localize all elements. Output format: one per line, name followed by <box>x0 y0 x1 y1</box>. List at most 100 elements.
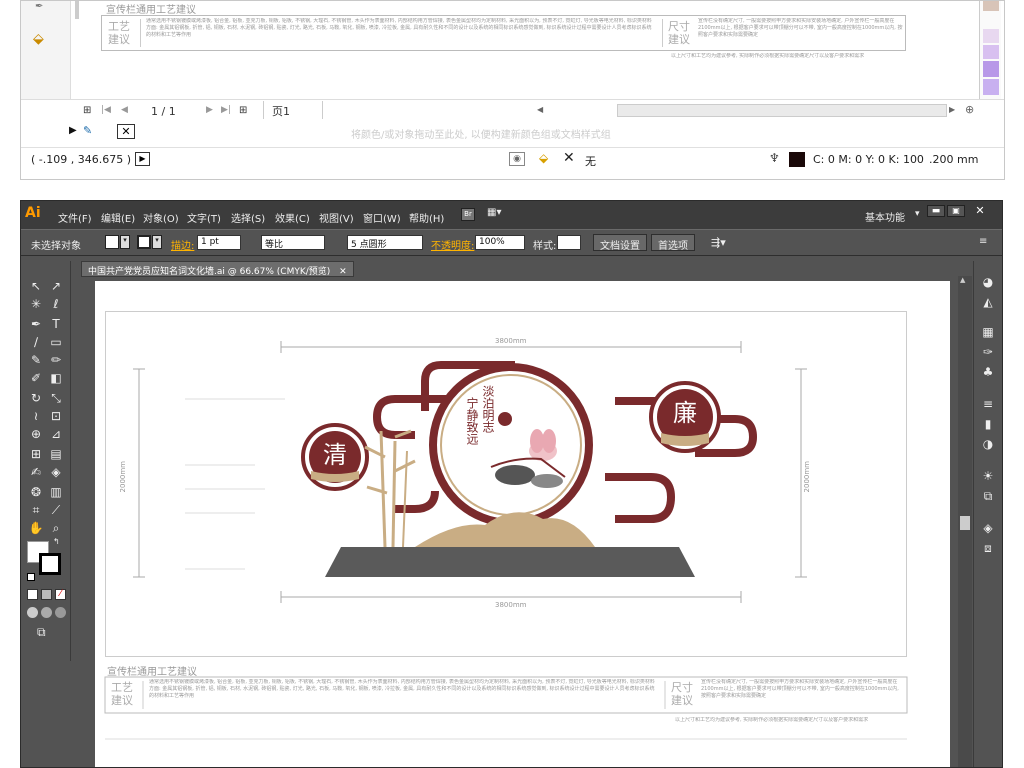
color-panel-icon[interactable]: ◕ <box>978 273 998 291</box>
line-style-select[interactable]: 等比 <box>261 235 325 250</box>
shape-builder-tool-icon[interactable]: ⊕ <box>27 425 45 443</box>
blend-tool-icon[interactable]: ◈ <box>47 463 65 481</box>
hand-tool-icon[interactable]: ✋ <box>27 519 45 537</box>
next-page-icon[interactable]: ▶ <box>206 105 213 115</box>
paint-bucket-icon[interactable]: ⬙ <box>33 31 53 51</box>
minimize-button[interactable]: ▬ <box>927 205 945 217</box>
preferences-button[interactable]: 首选项 <box>651 234 695 252</box>
screen-mode-icon[interactable]: ⧉ <box>37 625 46 640</box>
rectangle-tool-icon[interactable]: ▭ <box>47 333 65 351</box>
arrange-icon[interactable]: ⇶▾ <box>711 236 726 249</box>
zoom-icon[interactable]: ⊕ <box>965 103 974 116</box>
last-page-icon[interactable]: ▶| <box>221 105 231 115</box>
swatch[interactable] <box>983 1 999 11</box>
scroll-up-icon[interactable]: ▲ <box>960 276 965 284</box>
fill-swatch[interactable] <box>105 235 119 249</box>
free-transform-tool-icon[interactable]: ⊡ <box>47 407 65 425</box>
pen-nib-icon[interactable]: ♆ <box>769 151 780 165</box>
eyedropper-icon[interactable]: ✎ <box>83 124 92 137</box>
symbol-sprayer-tool-icon[interactable]: ❂ <box>27 483 45 501</box>
doc-setup-button[interactable]: 文档设置 <box>593 234 647 252</box>
swatch[interactable] <box>983 29 999 43</box>
menu-view[interactable]: 视图(V) <box>319 210 354 225</box>
scrollbar-thumb[interactable] <box>960 516 970 530</box>
gradient-tool-icon[interactable]: ▤ <box>47 445 65 463</box>
opacity-input[interactable]: 100% <box>475 235 525 250</box>
horizontal-scrollbar[interactable] <box>617 104 947 117</box>
maximize-button[interactable]: ▣ <box>947 205 965 217</box>
fill-dropdown-icon[interactable]: ▾ <box>120 235 130 249</box>
slice-tool-icon[interactable]: ⟋ <box>47 501 65 519</box>
artboard[interactable]: 3800mm 3800mm 2000mm 2000mm 清 廉 淡泊明志 宁静致… <box>95 281 950 767</box>
first-page-icon[interactable]: |◀ <box>101 105 111 115</box>
mesh-tool-icon[interactable]: ⊞ <box>27 445 45 463</box>
draw-behind-icon[interactable] <box>41 607 52 618</box>
prev-page-icon[interactable]: ◀ <box>121 105 128 115</box>
selection-tool-icon[interactable]: ↖ <box>27 277 45 295</box>
menu-effect[interactable]: 效果(C) <box>275 210 310 225</box>
color-guide-icon[interactable]: ◭ <box>978 293 998 311</box>
symbols-panel-icon[interactable]: ♣ <box>978 363 998 381</box>
play-button[interactable]: ▶ <box>135 152 150 166</box>
layers-panel-icon[interactable]: ◈ <box>978 519 998 537</box>
scroll-left-icon[interactable]: ◀ <box>537 105 543 114</box>
add-page-icon[interactable]: ⊞ <box>83 105 91 116</box>
arrange-docs-icon[interactable]: ▦▾ <box>487 207 513 222</box>
eraser-tool-icon[interactable]: ◧ <box>47 369 65 387</box>
swatch[interactable] <box>983 61 999 77</box>
gradient-panel-icon[interactable]: ▮ <box>978 415 998 433</box>
brush-select[interactable]: 5 点圆形 <box>347 235 423 250</box>
zoom-tool-icon[interactable]: ⌕ <box>47 519 65 537</box>
swap-colors-icon[interactable]: ↰ <box>53 537 60 546</box>
default-colors-icon[interactable] <box>27 573 35 581</box>
close-window-button[interactable]: ✕ <box>971 204 989 218</box>
stroke-dropdown-icon[interactable]: ▾ <box>152 235 162 249</box>
bridge-button[interactable]: Br <box>461 208 475 221</box>
direct-selection-tool-icon[interactable]: ↗ <box>47 277 65 295</box>
transparency-panel-icon[interactable]: ◑ <box>978 435 998 453</box>
workspace-switcher[interactable]: 基本功能 <box>865 209 905 224</box>
lasso-tool-icon[interactable]: ℓ <box>47 295 65 313</box>
play-icon[interactable]: ▶ <box>69 125 77 136</box>
stroke-label[interactable]: 描边: <box>171 237 194 252</box>
color-chip[interactable] <box>789 152 805 167</box>
blob-brush-tool-icon[interactable]: ✐ <box>27 369 45 387</box>
perspective-grid-tool-icon[interactable]: ⊿ <box>47 425 65 443</box>
artboards-panel-icon[interactable]: ⧈ <box>978 539 998 557</box>
eyedropper-tool-icon[interactable]: ✍ <box>27 463 45 481</box>
swatches-panel-icon[interactable]: ▦ <box>978 323 998 341</box>
document-tab[interactable]: 中国共产党党员应知名词文化墙.ai @ 66.67% (CMYK/预览) ✕ <box>81 261 354 277</box>
menu-help[interactable]: 帮助(H) <box>409 210 444 225</box>
menu-edit[interactable]: 编辑(E) <box>101 210 135 225</box>
brushes-panel-icon[interactable]: ✑ <box>978 343 998 361</box>
menu-object[interactable]: 对象(O) <box>143 210 179 225</box>
draw-normal-icon[interactable] <box>27 607 38 618</box>
line-tool-icon[interactable]: ∕ <box>27 333 45 351</box>
menu-type[interactable]: 文字(T) <box>187 210 221 225</box>
pencil-tool-icon[interactable]: ✏ <box>47 351 65 369</box>
rotate-tool-icon[interactable]: ↻ <box>27 389 45 407</box>
graphic-styles-panel-icon[interactable]: ⧉ <box>978 487 998 505</box>
warp-tool-icon[interactable]: ≀ <box>27 407 45 425</box>
none-mode-icon[interactable]: ⁄ <box>55 589 66 600</box>
scroll-right-icon[interactable]: ▶ <box>949 105 955 114</box>
frame-icon[interactable]: ◉ <box>509 152 525 166</box>
stroke-swatch[interactable] <box>137 235 151 249</box>
gradient-mode-icon[interactable] <box>41 589 52 600</box>
swatch[interactable] <box>983 79 999 95</box>
stroke-weight-input[interactable]: 1 pt <box>197 235 241 250</box>
fill-bucket-icon[interactable]: ⬙ <box>539 151 548 165</box>
vertical-scrollbar[interactable]: ▲ <box>958 276 972 767</box>
menu-select[interactable]: 选择(S) <box>231 210 265 225</box>
stroke-color-box[interactable] <box>39 553 61 575</box>
column-graph-tool-icon[interactable]: ▥ <box>47 483 65 501</box>
add-page-after-icon[interactable]: ⊞ <box>239 105 247 116</box>
stroke-panel-icon[interactable]: ≡ <box>978 395 998 413</box>
close-tab-icon[interactable]: ✕ <box>339 267 347 277</box>
pen-tool-icon[interactable]: ✒ <box>35 1 53 13</box>
paintbrush-tool-icon[interactable]: ✎ <box>27 351 45 369</box>
draw-inside-icon[interactable] <box>55 607 66 618</box>
none-swatch-icon[interactable]: ✕ <box>117 124 135 139</box>
artboard-tool-icon[interactable]: ⌗ <box>27 501 45 519</box>
type-tool-icon[interactable]: T <box>47 315 65 333</box>
